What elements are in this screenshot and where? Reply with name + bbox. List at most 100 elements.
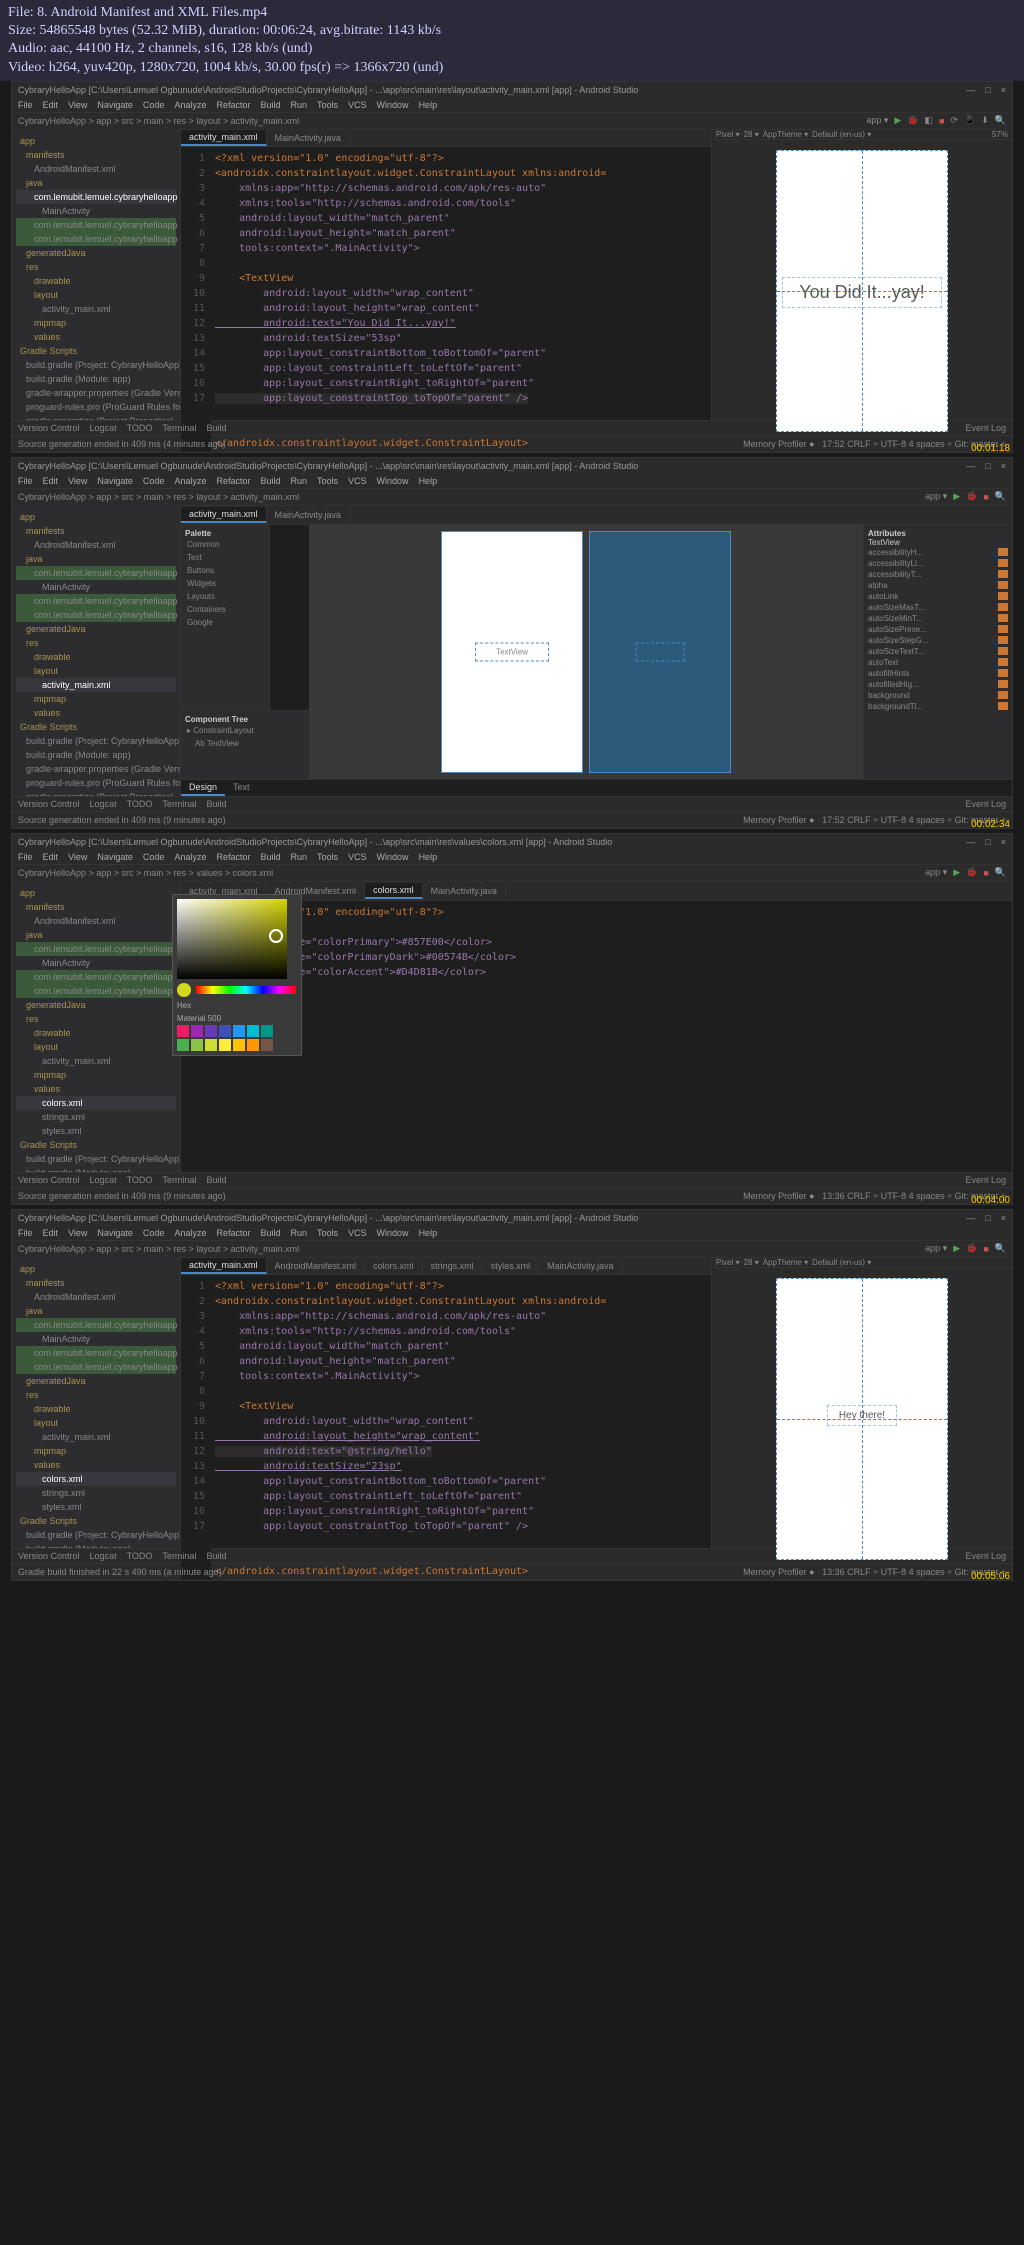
tab-vcs[interactable]: Version Control <box>18 1175 80 1185</box>
tree-manifests[interactable]: manifests <box>16 524 176 538</box>
avd-icon[interactable]: 📱 <box>964 115 975 126</box>
color-handle[interactable] <box>269 929 283 943</box>
tree-manifests[interactable]: manifests <box>16 900 176 914</box>
tree-pkg[interactable]: com.lemubit.lemuel.cybraryhelloapp <box>16 190 176 204</box>
tree-app[interactable]: app <box>16 510 176 524</box>
menu-item[interactable]: File <box>18 852 33 862</box>
debug-icon[interactable]: 🐞 <box>907 115 918 126</box>
menu-item[interactable]: Analyze <box>174 1228 206 1238</box>
menu-item[interactable]: VCS <box>348 100 367 110</box>
palette-group[interactable]: Layouts <box>185 590 265 603</box>
tree-values[interactable]: values <box>16 1082 176 1096</box>
tab-todo[interactable]: TODO <box>127 423 153 433</box>
swatch[interactable] <box>191 1025 203 1037</box>
flag-icon[interactable] <box>998 614 1008 622</box>
attr-row[interactable]: autoSizePrese... <box>868 624 1008 635</box>
tree-build-module[interactable]: build.gradle (Module: app) <box>16 748 176 762</box>
attr-row[interactable]: autoSizeMaxT... <box>868 602 1008 613</box>
menu-item[interactable]: Code <box>143 852 165 862</box>
menu-item[interactable]: Refactor <box>216 1228 250 1238</box>
tree-gradle[interactable]: Gradle Scripts <box>16 344 176 358</box>
tab-strings[interactable]: strings.xml <box>423 1259 483 1273</box>
swatch[interactable] <box>233 1025 245 1037</box>
menu-item[interactable]: Run <box>291 852 308 862</box>
tree-styles[interactable]: styles.xml <box>16 1124 176 1138</box>
menu-item[interactable]: Navigate <box>97 852 133 862</box>
tree-build-project[interactable]: build.gradle (Project: CybraryHelloApp) <box>16 1528 176 1542</box>
tab-vcs[interactable]: Version Control <box>18 799 80 809</box>
tab-main-activity[interactable]: MainActivity.java <box>267 508 350 522</box>
tab-todo[interactable]: TODO <box>127 799 153 809</box>
stop-icon[interactable]: ■ <box>983 868 988 878</box>
breadcrumb[interactable]: CybraryHelloApp > app > src > main > res… <box>18 1244 299 1254</box>
device-canvas[interactable]: You Did It...yay! <box>712 140 1012 442</box>
menu-item[interactable]: Build <box>260 476 280 486</box>
menu-item[interactable]: Code <box>143 1228 165 1238</box>
menu-item[interactable]: VCS <box>348 1228 367 1238</box>
memory-indicator[interactable]: Memory Profiler ● <box>743 1567 814 1577</box>
run-config-dropdown[interactable]: app ▾ <box>866 115 888 126</box>
menu-item[interactable]: Navigate <box>97 100 133 110</box>
device-preview[interactable]: You Did It...yay! <box>776 150 948 432</box>
menu-item[interactable]: View <box>68 100 87 110</box>
tab-activity-main[interactable]: activity_main.xml <box>181 130 267 146</box>
attr-row[interactable]: backgroundTi... <box>868 701 1008 712</box>
palette-group[interactable]: Common <box>185 538 265 551</box>
tree-activity-main[interactable]: activity_main.xml <box>16 1430 176 1444</box>
flag-icon[interactable] <box>998 548 1008 556</box>
close-icon[interactable]: × <box>1001 1213 1006 1223</box>
debug-icon[interactable]: 🐞 <box>966 491 977 502</box>
tree-pkg-androidtest[interactable]: com.lemubit.lemuel.cybraryhelloapp (andr… <box>16 594 176 608</box>
swatch[interactable] <box>261 1039 273 1051</box>
stop-icon[interactable]: ■ <box>939 116 944 126</box>
run-icon[interactable]: ▶ <box>953 491 960 502</box>
tree-proguard[interactable]: proguard-rules.pro (ProGuard Rules for a… <box>16 776 176 790</box>
blueprint-textview[interactable] <box>636 642 685 661</box>
tab-build[interactable]: Build <box>206 1175 226 1185</box>
flag-icon[interactable] <box>998 680 1008 688</box>
tree-activity-main[interactable]: activity_main.xml <box>16 1054 176 1068</box>
tab-terminal[interactable]: Terminal <box>162 423 196 433</box>
event-log[interactable]: Event Log <box>965 799 1006 809</box>
menu-item[interactable]: Navigate <box>97 476 133 486</box>
attr-row[interactable]: autofilledHig... <box>868 679 1008 690</box>
attr-row[interactable]: autoText <box>868 657 1008 668</box>
menu-item[interactable]: Help <box>419 100 438 110</box>
device-dropdown[interactable]: Pixel ▾ <box>716 1258 740 1267</box>
tree-gen-java[interactable]: generatedJava <box>16 998 176 1012</box>
device-canvas[interactable]: Hey there! <box>712 1268 1012 1570</box>
tree-build-module[interactable]: build.gradle (Module: app) <box>16 1166 176 1172</box>
attr-row[interactable]: autoLink <box>868 591 1008 602</box>
stop-icon[interactable]: ■ <box>983 492 988 502</box>
swatch[interactable] <box>205 1025 217 1037</box>
locale-dropdown[interactable]: Default (en-us) ▾ <box>812 130 871 139</box>
preview-textview[interactable]: You Did It...yay! <box>782 277 942 308</box>
menu-item[interactable]: Build <box>260 100 280 110</box>
maximize-icon[interactable]: □ <box>985 837 990 847</box>
tree-manifest-file[interactable]: AndroidManifest.xml <box>16 1290 176 1304</box>
tab-build[interactable]: Build <box>206 1551 226 1561</box>
tree-manifests[interactable]: manifests <box>16 1276 176 1290</box>
tree-drawable[interactable]: drawable <box>16 274 176 288</box>
tree-main-activity[interactable]: MainActivity <box>16 204 176 218</box>
palette-group[interactable]: Google <box>185 616 265 629</box>
tree-pkg-androidtest[interactable]: com.lemubit.lemuel.cybraryhelloapp (andr… <box>16 1346 176 1360</box>
project-panel[interactable]: app manifests AndroidManifest.xml java c… <box>12 130 181 420</box>
tree-app[interactable]: app <box>16 134 176 148</box>
tree-pkg-test[interactable]: com.lemubit.lemuel.cybraryhelloapp (test… <box>16 232 176 246</box>
swatch[interactable] <box>177 1025 189 1037</box>
tree-main-activity[interactable]: MainActivity <box>16 1332 176 1346</box>
menu-item[interactable]: Analyze <box>174 100 206 110</box>
tree-gradle[interactable]: Gradle Scripts <box>16 1514 176 1528</box>
stop-icon[interactable]: ■ <box>983 1244 988 1254</box>
minimize-icon[interactable]: — <box>966 1213 975 1223</box>
close-icon[interactable]: × <box>1001 85 1006 95</box>
menu-item[interactable]: View <box>68 1228 87 1238</box>
attr-row[interactable]: alpha <box>868 580 1008 591</box>
swatch[interactable] <box>177 1039 189 1051</box>
swatch[interactable] <box>191 1039 203 1051</box>
attr-row[interactable]: accessibilityH... <box>868 547 1008 558</box>
tree-build-project[interactable]: build.gradle (Project: CybraryHelloApp) <box>16 358 176 372</box>
tree-res[interactable]: res <box>16 260 176 274</box>
menu-item[interactable]: Navigate <box>97 1228 133 1238</box>
